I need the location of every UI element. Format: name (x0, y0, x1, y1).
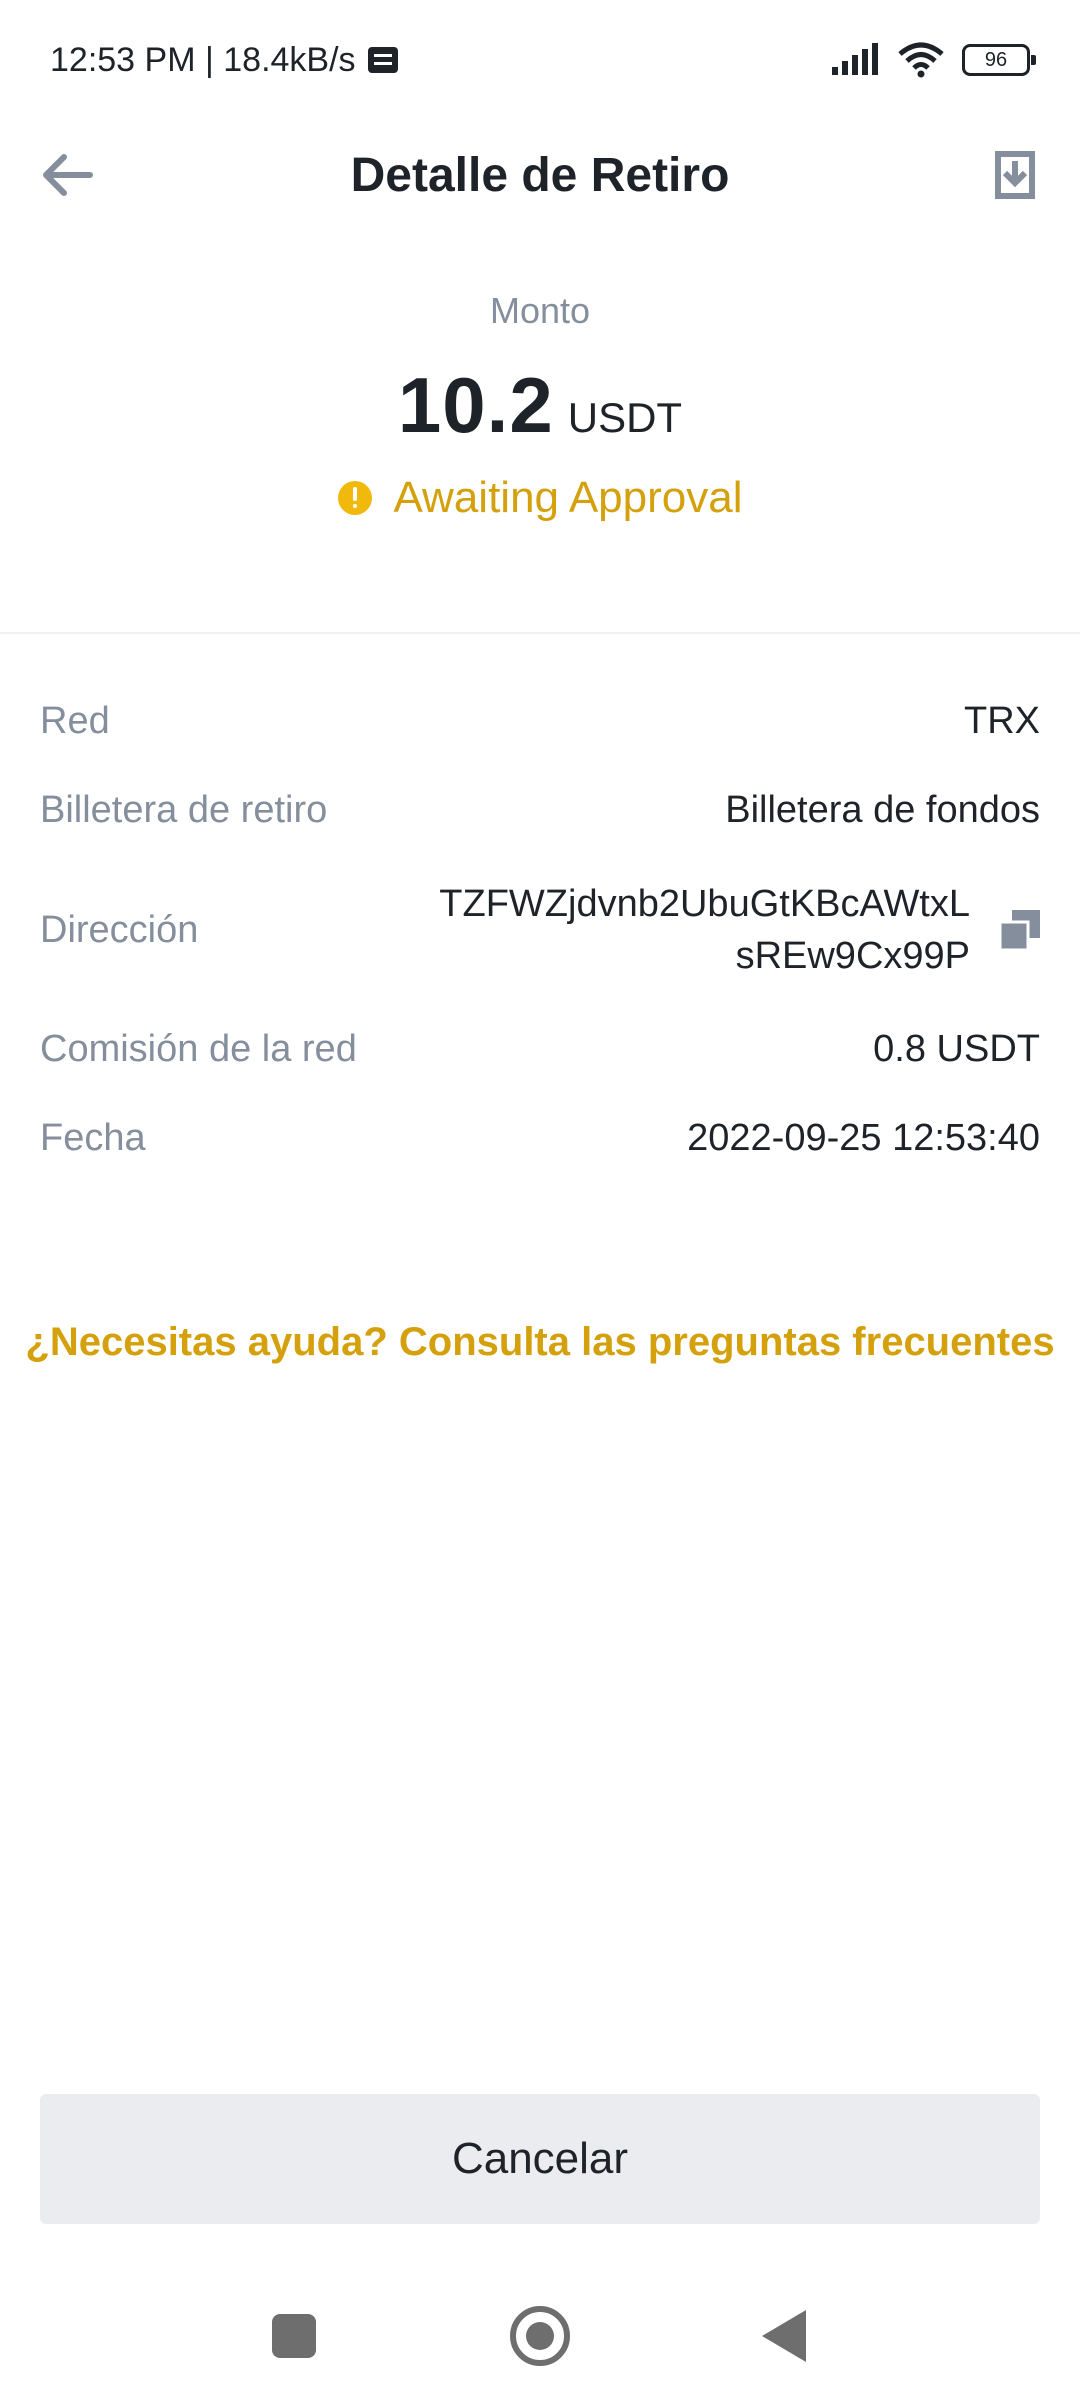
back-button[interactable] (34, 142, 100, 208)
status-left: 12:53 PM | 18.4kB/s (50, 41, 398, 80)
download-button[interactable] (980, 140, 1050, 210)
detail-row-fee: Comisión de la red 0.8 USDT (40, 1028, 1040, 1071)
help-faq-link[interactable]: ¿Necesitas ayuda? Consulta las preguntas… (0, 1320, 1080, 1365)
arrow-left-icon (43, 154, 93, 196)
copy-icon[interactable] (998, 910, 1040, 952)
header: Detalle de Retiro (0, 120, 1080, 230)
details-list: Red TRX Billetera de retiro Billetera de… (40, 700, 1040, 1206)
home-icon[interactable] (510, 2306, 570, 2366)
alert-icon (337, 481, 372, 515)
download-icon (995, 151, 1035, 199)
status-badge: Awaiting Approval (393, 473, 743, 522)
detail-value: TRX (964, 700, 1040, 742)
detail-row-address: Dirección TZFWZjdvnb2UbuGtKBcAWtxL sREw9… (40, 878, 1040, 982)
detail-label: Dirección (40, 908, 199, 951)
amount-label: Monto (489, 290, 591, 331)
detail-label: Comisión de la red (40, 1028, 357, 1070)
amount-unit: USDT (567, 394, 683, 441)
detail-value: 2022-09-25 12:53:40 (687, 1117, 1040, 1159)
amount-row: 10.2 USDT (0, 360, 1080, 451)
back-triangle-icon[interactable] (762, 2310, 806, 2362)
address-value: TZFWZjdvnb2UbuGtKBcAWtxL sREw9Cx99P (410, 878, 970, 982)
status-row: Awaiting Approval (0, 473, 1080, 523)
battery-level: 96 (984, 48, 1008, 71)
status-right: 96 (830, 42, 1036, 78)
page-title: Detalle de Retiro (350, 148, 730, 202)
detail-row-network: Red TRX (40, 700, 1040, 743)
detail-value: Billetera de fondos (725, 789, 1040, 831)
battery-icon: 96 (962, 44, 1036, 76)
address-line-2: sREw9Cx99P (735, 935, 970, 977)
system-nav-bar (0, 2280, 1080, 2400)
detail-label: Red (40, 700, 110, 742)
status-time-speed: 12:53 PM | 18.4kB/s (50, 40, 356, 79)
wifi-icon (898, 42, 944, 78)
copy-icon-svg (998, 910, 1040, 952)
detail-value: 0.8 USDT (873, 1028, 1040, 1070)
signal-icon (832, 43, 878, 75)
status-bar: 12:53 PM | 18.4kB/s 96 (0, 0, 1080, 120)
recent-apps-icon[interactable] (272, 2314, 316, 2358)
detail-row-date: Fecha 2022-09-25 12:53:40 (40, 1117, 1040, 1160)
address-line-1: TZFWZjdvnb2UbuGtKBcAWtxL (439, 883, 970, 925)
notification-icon (367, 47, 398, 73)
cancel-button[interactable]: Cancelar (40, 2094, 1040, 2224)
address-wrap: TZFWZjdvnb2UbuGtKBcAWtxL sREw9Cx99P (410, 878, 1040, 982)
amount-block: Monto 10.2 USDT Awaiting Approval (0, 290, 1080, 523)
detail-label: Billetera de retiro (40, 789, 328, 831)
detail-label: Fecha (40, 1117, 146, 1159)
amount-value: 10.2 (397, 361, 554, 449)
screen: 12:53 PM | 18.4kB/s 96 Detalle de Retiro… (0, 0, 1080, 2400)
divider (0, 632, 1080, 634)
detail-row-wallet: Billetera de retiro Billetera de fondos (40, 789, 1040, 832)
